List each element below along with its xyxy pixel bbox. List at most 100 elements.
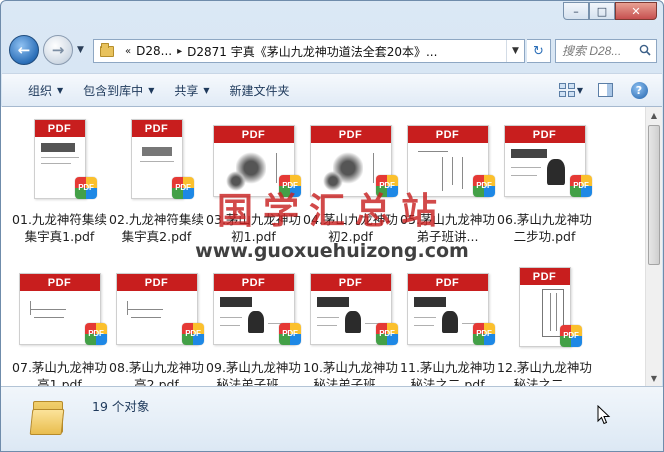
maximize-button[interactable]: □: [589, 2, 615, 20]
pdf-label: PDF: [407, 126, 488, 143]
badge-text: PDF: [379, 329, 395, 338]
item-count: 19 个对象: [92, 399, 150, 414]
address-bar[interactable]: « D28... ▸ D2871 宇真《茅山九龙神功道法全套20本》... ▼: [93, 39, 525, 63]
pdf-app-icon: PDF: [182, 323, 204, 345]
file-item[interactable]: PDF PDF 08.茅山九龙神功高2.pdf: [108, 261, 205, 386]
badge-text: PDF: [563, 331, 579, 340]
file-name: 07.茅山九龙神功高1.pdf: [12, 360, 107, 386]
file-item[interactable]: PDF PDF 05.茅山九龙神功弟子班讲...: [399, 113, 496, 261]
pdf-label: PDF: [519, 268, 570, 285]
pdf-label: PDF: [19, 274, 100, 291]
pdf-label: PDF: [34, 120, 85, 137]
file-name: 11.茅山九龙神功秘法之二.pdf: [400, 360, 495, 386]
close-button[interactable]: ✕: [615, 2, 657, 20]
breadcrumb-current[interactable]: D2871 宇真《茅山九龙神功道法全套20本》...: [187, 43, 437, 60]
change-view-button[interactable]: ▼: [558, 78, 584, 102]
preview-pane-button[interactable]: [592, 78, 618, 102]
recent-pages-dropdown-icon[interactable]: ▼: [77, 45, 84, 55]
minimize-button[interactable]: –: [563, 2, 589, 20]
pdf-label: PDF: [310, 274, 391, 291]
include-in-library-menu[interactable]: 包含到库中 ▼: [73, 77, 164, 103]
dropdown-arrow-icon: ▼: [148, 85, 155, 95]
organize-menu[interactable]: 组织 ▼: [18, 77, 73, 103]
dropdown-arrow-icon: ▼: [203, 85, 210, 95]
breadcrumb-parent[interactable]: D28...: [136, 44, 172, 58]
badge-text: PDF: [78, 183, 94, 192]
overflow-chevron-icon[interactable]: «: [125, 46, 131, 57]
file-item[interactable]: PDF PDF 02.九龙神符集续集宇真2.pdf: [108, 113, 205, 261]
search-box[interactable]: [555, 39, 657, 63]
badge-text: PDF: [282, 181, 298, 190]
badge-text: PDF: [476, 329, 492, 338]
pdf-app-icon: PDF: [172, 177, 194, 199]
dropdown-arrow-icon: ▼: [576, 85, 584, 95]
file-item[interactable]: PDF PDF 04.茅山九龙神功初2.pdf: [302, 113, 399, 261]
details-pane: 19 个对象: [1, 386, 663, 451]
pdf-label: PDF: [213, 126, 294, 143]
badge-text: PDF: [379, 181, 395, 190]
file-name: 08.茅山九龙神功高2.pdf: [109, 360, 204, 386]
preview-pane-icon: [597, 83, 613, 97]
pdf-label: PDF: [131, 120, 182, 137]
caption-buttons: – □ ✕: [563, 2, 657, 20]
organize-label: 组织: [28, 83, 53, 98]
file-name: 12.茅山九龙神功秘法之二...: [497, 360, 592, 386]
file-item[interactable]: PDF PDF 06.茅山九龙神功二步功.pdf: [496, 113, 593, 261]
file-item[interactable]: PDF PDF 01.九龙神符集续集宇真1.pdf: [11, 113, 108, 261]
command-bar: 组织 ▼ 包含到库中 ▼ 共享 ▼ 新建文件夹 ▼ ?: [2, 73, 662, 107]
help-icon: ?: [630, 81, 648, 99]
dropdown-arrow-icon: ▼: [57, 85, 64, 95]
file-name: 06.茅山九龙神功二步功.pdf: [497, 212, 592, 244]
file-name: 09.茅山九龙神功秘法弟子班...: [206, 360, 301, 386]
badge-text: PDF: [282, 329, 298, 338]
pdf-label: PDF: [407, 274, 488, 291]
file-item[interactable]: PDF PDF 10.茅山九龙神功秘法弟子班...: [302, 261, 399, 386]
pdf-app-icon: PDF: [75, 177, 97, 199]
share-menu[interactable]: 共享 ▼: [164, 77, 219, 103]
include-library-label: 包含到库中: [83, 83, 144, 98]
view-grid-icon: [558, 83, 575, 97]
file-name: 02.九龙神符集续集宇真2.pdf: [109, 212, 204, 244]
file-name: 03.茅山九龙神功初1.pdf: [206, 212, 301, 244]
mouse-cursor-icon: [597, 405, 611, 425]
badge-text: PDF: [175, 183, 191, 192]
new-folder-label: 新建文件夹: [229, 83, 290, 98]
refresh-button[interactable]: ↻: [527, 39, 551, 63]
pdf-app-icon: PDF: [473, 175, 495, 197]
search-icon[interactable]: [639, 44, 651, 56]
badge-text: PDF: [476, 181, 492, 190]
pdf-app-icon: PDF: [279, 175, 301, 197]
pdf-label: PDF: [116, 274, 197, 291]
pdf-label: PDF: [310, 126, 391, 143]
pdf-app-icon: PDF: [376, 175, 398, 197]
file-item[interactable]: PDF PDF 07.茅山九龙神功高1.pdf: [11, 261, 108, 386]
share-label: 共享: [174, 83, 199, 98]
pdf-app-icon: PDF: [85, 323, 107, 345]
pdf-app-icon: PDF: [570, 175, 592, 197]
badge-text: PDF: [573, 181, 589, 190]
pdf-app-icon: PDF: [279, 323, 301, 345]
file-grid: PDF PDF 01.九龙神符集续集宇真1.pdf PDF PDF 02.九龙神符集续集宇…: [11, 113, 593, 386]
scrollbar-thumb[interactable]: [648, 125, 660, 265]
scroll-up-icon[interactable]: ▲: [646, 107, 662, 123]
file-list-view[interactable]: PDF PDF 01.九龙神符集续集宇真1.pdf PDF PDF 02.九龙神符集续集宇…: [1, 107, 645, 386]
forward-button[interactable]: →: [43, 35, 73, 65]
help-button[interactable]: ?: [626, 78, 652, 102]
breadcrumb-separator-icon[interactable]: ▸: [177, 46, 182, 57]
scroll-down-icon[interactable]: ▼: [646, 370, 662, 386]
file-name: 04.茅山九龙神功初2.pdf: [303, 212, 398, 244]
badge-text: PDF: [185, 329, 201, 338]
file-item[interactable]: PDF PDF 03.茅山九龙神功初1.pdf: [205, 113, 302, 261]
pdf-app-icon: PDF: [376, 323, 398, 345]
file-item[interactable]: PDF PDF 12.茅山九龙神功秘法之二...: [496, 261, 593, 386]
back-button[interactable]: ←: [9, 35, 39, 65]
search-input[interactable]: [562, 44, 642, 58]
file-item[interactable]: PDF PDF 11.茅山九龙神功秘法之二.pdf: [399, 261, 496, 386]
vertical-scrollbar[interactable]: ▲ ▼: [645, 107, 662, 386]
address-dropdown-icon[interactable]: ▼: [506, 40, 524, 62]
navigation-bar: ← → ▼ « D28... ▸ D2871 宇真《茅山九龙神功道法全套20本》…: [9, 35, 657, 67]
new-folder-button[interactable]: 新建文件夹: [220, 77, 300, 103]
pdf-label: PDF: [213, 274, 294, 291]
file-name: 01.九龙神符集续集宇真1.pdf: [12, 212, 107, 244]
file-item[interactable]: PDF PDF 09.茅山九龙神功秘法弟子班...: [205, 261, 302, 386]
